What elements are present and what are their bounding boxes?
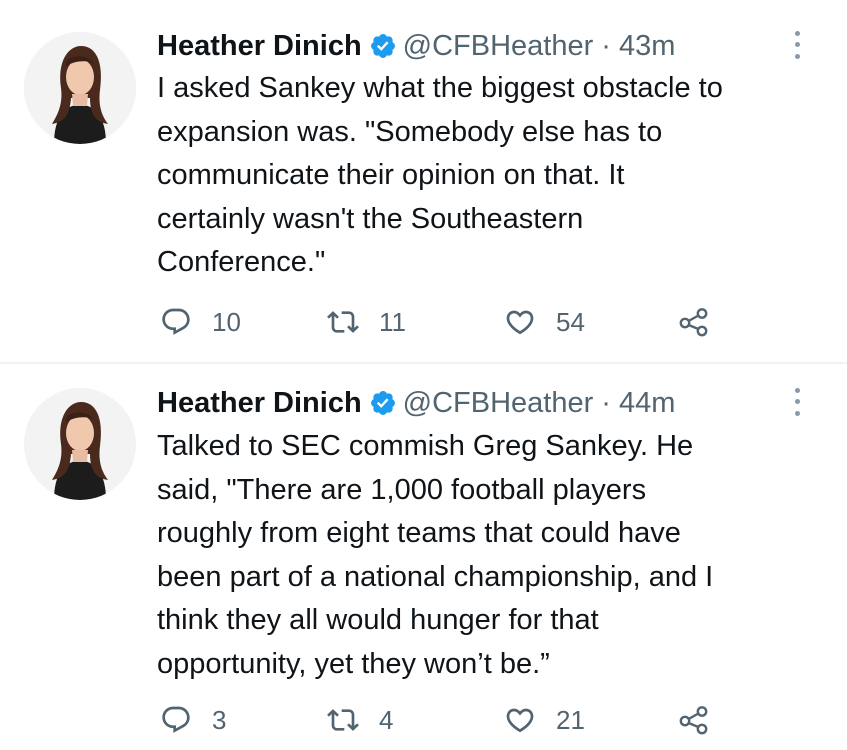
verified-badge-icon [369,32,397,60]
reply-icon [162,308,190,335]
avatar[interactable] [24,388,136,500]
handle[interactable]: @CFBHeather [403,387,594,420]
retweet-icon [327,311,359,333]
tweet[interactable]: Heather Dinich @CFBHeather · 43m I asked… [0,0,847,363]
retweet-icon [327,709,359,731]
avatar[interactable] [24,32,136,144]
handle[interactable]: @CFBHeather [403,30,594,63]
timestamp[interactable]: 44m [619,387,675,420]
share-button[interactable] [678,702,710,738]
heart-icon [506,310,534,335]
tweet-actions: 10 11 54 [160,304,827,340]
share-button[interactable] [678,304,710,340]
verified-badge-icon [369,389,397,417]
reply-count: 3 [212,704,227,735]
tweet-header: Heather Dinich @CFBHeather · 43m [157,26,827,66]
tweet-actions: 3 4 21 [160,702,827,738]
like-count: 21 [556,704,585,735]
like-button[interactable]: 21 [504,702,585,738]
separator-dot: · [601,386,611,419]
retweet-button[interactable]: 4 [327,702,393,738]
avatar-image [24,32,136,144]
like-button[interactable]: 54 [504,304,585,340]
avatar-image [24,388,136,500]
tweet-header: Heather Dinich @CFBHeather · 44m [157,383,827,423]
heart-icon [506,708,534,733]
tweet[interactable]: Heather Dinich @CFBHeather · 44m Talked … [0,364,847,750]
more-options-icon[interactable] [785,28,809,62]
share-icon [679,706,708,735]
display-name[interactable]: Heather Dinich [157,30,362,63]
tweet-text: I asked Sankey what the biggest obstacle… [157,72,723,278]
reply-button[interactable]: 10 [160,304,241,340]
like-count: 54 [556,306,585,337]
display-name[interactable]: Heather Dinich [157,387,362,420]
retweet-button[interactable]: 11 [327,304,406,340]
share-icon [679,308,708,337]
more-options-icon[interactable] [785,385,809,419]
tweet-text: Talked to SEC commish Greg Sankey. He sa… [157,430,714,680]
retweet-count: 11 [379,306,406,337]
reply-button[interactable]: 3 [160,702,226,738]
separator-dot: · [601,29,611,62]
reply-count: 10 [212,306,241,337]
reply-icon [162,706,190,733]
timestamp[interactable]: 43m [619,30,675,63]
retweet-count: 4 [379,704,394,735]
